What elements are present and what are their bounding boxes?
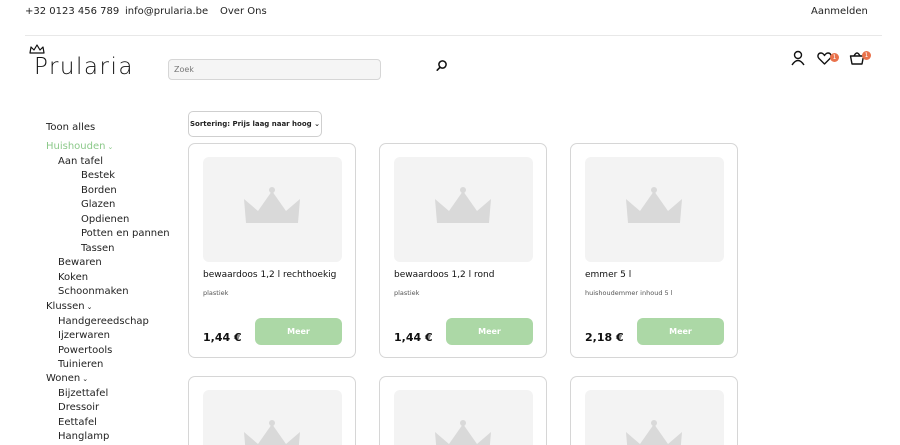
more-button[interactable]: Meer (446, 318, 533, 345)
category-hanglamp[interactable]: Hanglamp (58, 431, 109, 442)
category-bewaren[interactable]: Bewaren (58, 257, 102, 268)
product-card[interactable] (379, 376, 547, 445)
category-eettafel[interactable]: Eettafel (58, 417, 97, 428)
product-description: plastiek (203, 289, 229, 297)
product-name[interactable]: emmer 5 l (585, 270, 631, 280)
more-button[interactable]: Meer (255, 318, 342, 345)
product-card[interactable]: emmer 5 l huishoudemmer inhoud 5 l 2,18 … (570, 143, 738, 358)
logo-text: Prularia (34, 54, 134, 80)
category-tuinieren[interactable]: Tuinieren (58, 359, 103, 370)
product-card[interactable]: bewaardoos 1,2 l rond plastiek 1,44 € Me… (379, 143, 547, 358)
category-show-all[interactable]: Toon alles (46, 122, 95, 133)
login-link[interactable]: Aanmelden (811, 6, 868, 17)
phone-link[interactable]: +32 0123 456 789 (25, 6, 119, 17)
crown-placeholder-icon (626, 420, 682, 445)
category-huishouden[interactable]: Huishouden ⌄ (46, 141, 113, 152)
product-image-placeholder (394, 157, 533, 262)
category-powertools[interactable]: Powertools (58, 345, 112, 356)
cart-count-badge: 1 (862, 51, 871, 60)
category-tassen[interactable]: Tassen (81, 243, 115, 254)
product-image-placeholder (585, 390, 724, 445)
chevron-down-icon: ⌄ (107, 143, 114, 151)
category-label: Huishouden (46, 141, 106, 152)
category-dressoir[interactable]: Dressoir (58, 402, 99, 413)
logo[interactable]: Prularia (29, 44, 139, 80)
product-card[interactable] (570, 376, 738, 445)
crown-logo-icon (29, 44, 45, 54)
category-koken[interactable]: Koken (58, 272, 88, 283)
chevron-down-icon: ⌄ (314, 120, 320, 128)
category-ijzerwaren[interactable]: Ijzerwaren (58, 330, 110, 341)
category-potten-en-pannen[interactable]: Potten en pannen (81, 228, 170, 239)
product-card[interactable]: bewaardoos 1,2 l rechthoekig plastiek 1,… (188, 143, 356, 358)
sort-label: Sortering: Prijs laag naar hoog (189, 120, 312, 128)
category-label: Klussen (46, 301, 85, 312)
category-opdienen[interactable]: Opdienen (81, 214, 129, 225)
product-description: plastiek (394, 289, 420, 297)
category-aan-tafel[interactable]: Aan tafel (58, 156, 103, 167)
crown-placeholder-icon (435, 187, 491, 223)
user-icon[interactable] (790, 50, 806, 66)
category-schoonmaken[interactable]: Schoonmaken (58, 286, 129, 297)
crown-placeholder-icon (244, 187, 300, 223)
product-card[interactable] (188, 376, 356, 445)
product-price: 1,44 € (394, 331, 433, 344)
category-wonen[interactable]: Wonen ⌄ (46, 373, 88, 384)
crown-placeholder-icon (626, 187, 682, 223)
chevron-down-icon: ⌄ (82, 375, 89, 383)
email-link[interactable]: info@prularia.be (125, 6, 208, 17)
crown-placeholder-icon (435, 420, 491, 445)
product-price: 2,18 € (585, 331, 624, 344)
search-icon[interactable] (435, 59, 449, 73)
product-image-placeholder (203, 390, 342, 445)
category-label: Wonen (46, 373, 81, 384)
category-handgereedschap[interactable]: Handgereedschap (58, 316, 149, 327)
category-bijzettafel[interactable]: Bijzettafel (58, 388, 108, 399)
product-name[interactable]: bewaardoos 1,2 l rechthoekig (203, 270, 336, 280)
search-input[interactable] (168, 59, 381, 80)
about-link[interactable]: Over Ons (220, 6, 267, 17)
category-borden[interactable]: Borden (81, 185, 117, 196)
product-price: 1,44 € (203, 331, 242, 344)
product-name[interactable]: bewaardoos 1,2 l rond (394, 270, 494, 280)
category-bestek[interactable]: Bestek (81, 170, 115, 181)
wishlist-count-badge: 1 (830, 53, 839, 62)
more-button[interactable]: Meer (637, 318, 724, 345)
category-glazen[interactable]: Glazen (81, 199, 115, 210)
product-image-placeholder (394, 390, 533, 445)
product-image-placeholder (203, 157, 342, 262)
crown-placeholder-icon (244, 420, 300, 445)
header-divider (25, 35, 882, 36)
product-image-placeholder (585, 157, 724, 262)
top-bar: +32 0123 456 789 info@prularia.be Over O… (0, 0, 900, 26)
product-description: huishoudemmer inhoud 5 l (585, 289, 673, 297)
category-klussen[interactable]: Klussen ⌄ (46, 301, 92, 312)
sort-dropdown[interactable]: Sortering: Prijs laag naar hoog ⌄ (188, 111, 322, 137)
chevron-down-icon: ⌄ (86, 303, 93, 311)
